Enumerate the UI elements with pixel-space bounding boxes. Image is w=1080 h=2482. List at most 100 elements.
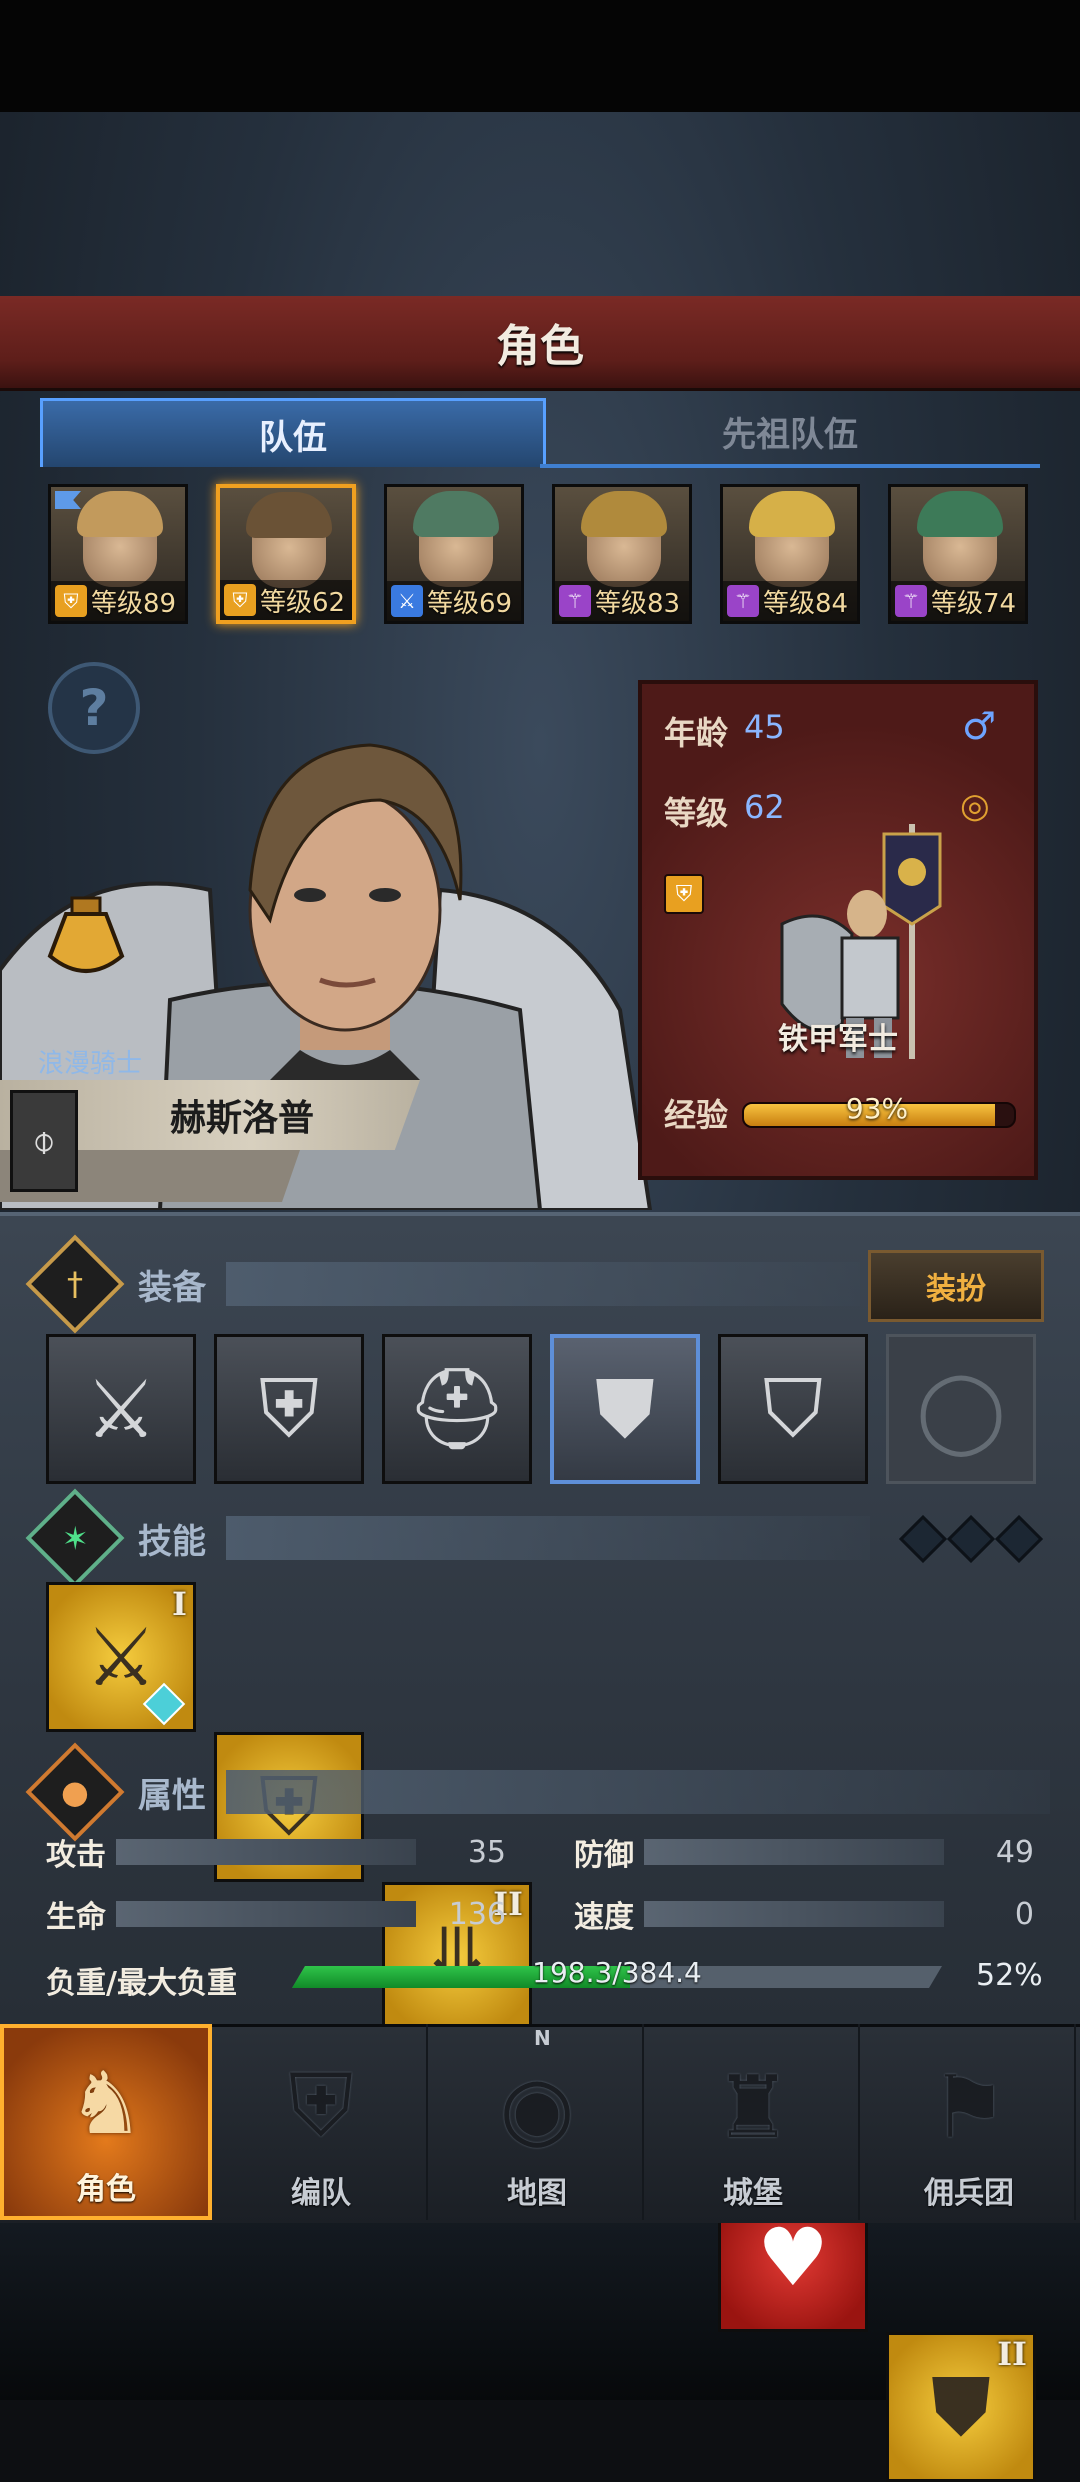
mercenary-banner-icon: ⚑	[930, 2058, 1008, 2158]
nav-item-mercenary-banner[interactable]: ⚑ 佣兵团	[864, 2024, 1076, 2220]
nav-label: 佣兵团	[924, 2176, 1014, 2211]
boots-icon[interactable]: ⛉	[718, 1334, 868, 1484]
roster-portrait[interactable]: ⚔ 等级69	[384, 484, 524, 624]
compass-map-icon: ◉	[499, 2058, 575, 2158]
faction-emblem-icon: ⌽	[10, 1090, 78, 1192]
load-percent: 52%	[976, 1958, 1043, 1993]
portrait-level-bar: ⚚ 等级83	[555, 581, 689, 621]
skills-header: ✶ 技能	[25, 1488, 1050, 1588]
nav-item-castle[interactable]: ♜ 城堡	[648, 2024, 860, 2220]
roster-portrait[interactable]: ⚚ 等级84	[720, 484, 860, 624]
stat-defense: 防御 49	[574, 1832, 1034, 1874]
portrait-hair	[413, 491, 499, 537]
defense-value: 49	[995, 1834, 1034, 1870]
nav-item-formation[interactable]: ⛨ 编队	[216, 2024, 428, 2220]
attack-bar	[116, 1839, 416, 1865]
attack-label: 攻击	[46, 1838, 106, 1873]
roster-portrait[interactable]: ⚚ 等级83	[552, 484, 692, 624]
portrait-hair	[917, 491, 1003, 537]
portrait-level-bar: ⛨ 等级62	[220, 580, 352, 620]
compass-north: N	[534, 2026, 551, 2050]
portrait-level: 等级69	[427, 588, 513, 619]
attributes-title: 属性	[138, 1775, 206, 1816]
portrait-level: 等级83	[595, 588, 681, 619]
tab-ancestor-team[interactable]: 先祖队伍	[540, 398, 1040, 468]
shield-icon[interactable]: ⛨	[214, 1334, 364, 1484]
exp-label: 经验	[664, 1096, 729, 1134]
stat-speed: 速度 0	[574, 1894, 1034, 1936]
portrait-level: 等级84	[763, 588, 849, 619]
nav-item-compass-map[interactable]: ◉ 地图	[432, 2024, 644, 2220]
hero-name: 赫斯洛普	[170, 1098, 315, 1139]
chest-armor-icon[interactable]: ⛊	[550, 1334, 700, 1484]
staff-icon: ⚚	[895, 585, 927, 617]
defense-label: 防御	[574, 1838, 634, 1873]
skill-tier: II	[997, 2335, 1027, 2373]
person-icon: ●	[25, 1742, 125, 1842]
portrait-hair	[77, 491, 163, 537]
stat-hp: 生命 136	[46, 1894, 506, 1936]
tab-team[interactable]: 队伍	[40, 398, 546, 467]
hp-bar	[116, 1901, 416, 1927]
portrait-level: 等级62	[260, 587, 346, 618]
title-bar: 角色	[0, 296, 1080, 391]
status-bar	[0, 0, 1080, 112]
staff-icon: ⚚	[727, 585, 759, 617]
equipment-title: 装备	[138, 1267, 206, 1308]
formation-icon: ⛨	[288, 2056, 354, 2156]
speed-value: 0	[1014, 1896, 1034, 1932]
stat-attack: 攻击 35	[46, 1832, 506, 1874]
portrait-level: 等级74	[931, 588, 1017, 619]
sword-shield-strike-icon[interactable]: ⚔ I	[46, 1582, 196, 1732]
portrait-level-bar: ⚔ 等级69	[387, 581, 521, 621]
shield-icon: ⛨	[55, 585, 87, 617]
load-label: 负重/最大负重	[46, 1966, 237, 2001]
portrait-level-bar: ⚚ 等级84	[723, 581, 857, 621]
ring-icon[interactable]: ◎	[960, 786, 990, 826]
portrait-level-bar: ⛨ 等级89	[51, 581, 185, 621]
skill-glyph: ⛊	[931, 2360, 991, 2453]
defense-bar	[644, 1839, 944, 1865]
level-label: 等级	[664, 794, 729, 832]
speed-bar	[644, 1901, 944, 1927]
load-value: 198.3/384.4	[532, 1956, 702, 1989]
roster-portrait[interactable]: ⚚ 等级74	[888, 484, 1028, 624]
speed-label: 速度	[574, 1900, 634, 1935]
skills-header-bar	[226, 1516, 870, 1560]
sword-icon: ⚔	[391, 585, 423, 617]
potion-icon[interactable]	[46, 896, 126, 982]
age-label: 年龄	[664, 714, 729, 752]
ring-slot-icon[interactable]: ◯	[886, 1334, 1036, 1484]
skill-glyph: ♥	[757, 2210, 829, 2304]
roster-portrait[interactable]: ⛨ 等级62	[216, 484, 356, 624]
banner-weapon-icon[interactable]: ⚔	[46, 1334, 196, 1484]
nav-label: 地图	[507, 2176, 567, 2211]
attributes-header: ● 属性	[25, 1742, 1050, 1842]
hero-class: 浪漫骑士	[38, 1049, 143, 1079]
nav-label: 角色	[76, 2172, 136, 2207]
star-icon: ✶	[25, 1488, 125, 1588]
age-value: 45	[744, 708, 785, 746]
knight-icon: ♞	[67, 2054, 145, 2154]
portrait-hair	[581, 491, 667, 537]
skills-title: 技能	[138, 1521, 206, 1562]
nav-item-knight[interactable]: ♞ 角色	[0, 2024, 212, 2220]
portrait-hair	[749, 491, 835, 537]
shield-class-icon: ⛨	[664, 874, 704, 914]
page-title: 角色	[496, 321, 584, 372]
portrait-level: 等级89	[91, 588, 177, 619]
male-icon: ♂	[962, 704, 997, 748]
flag-icon	[55, 491, 81, 509]
equipment-header-bar	[226, 1262, 860, 1306]
dagger-icon: †	[25, 1234, 125, 1334]
roster-portrait[interactable]: ⛨ 等级89	[48, 484, 188, 624]
shield-break-icon[interactable]: ⛊ II	[886, 2332, 1036, 2482]
nav-label: 城堡	[723, 2176, 783, 2211]
helmet-icon[interactable]: ⛑	[382, 1334, 532, 1484]
hp-label: 生命	[46, 1900, 106, 1935]
attributes-header-bar	[226, 1770, 1050, 1814]
attack-value: 35	[467, 1834, 506, 1870]
skill-glyph: ⚔	[85, 1610, 157, 1704]
dress-up-button[interactable]: 装扮	[868, 1250, 1044, 1322]
hp-value: 136	[448, 1896, 506, 1932]
